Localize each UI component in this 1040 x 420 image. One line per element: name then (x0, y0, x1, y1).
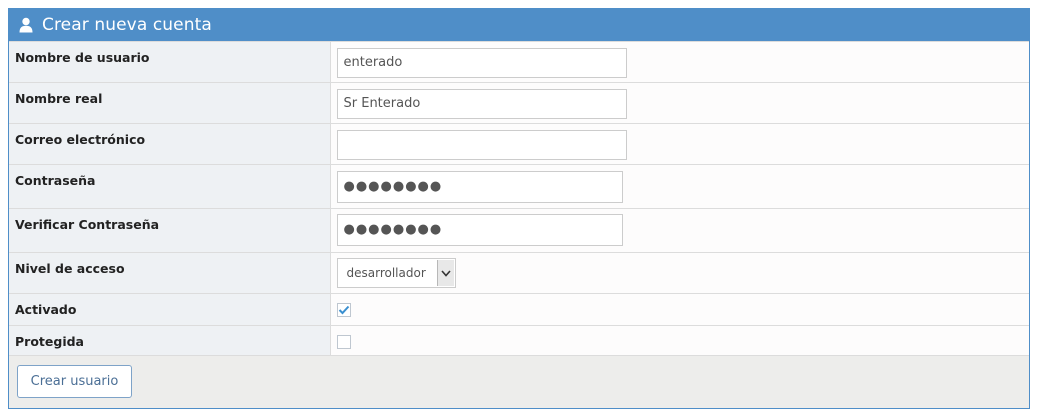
protected-checkbox[interactable] (336, 335, 351, 349)
form-row-password-verify: Verificar Contraseña ●●●●●●●● (9, 208, 1029, 253)
enabled-label: Activado (15, 302, 77, 317)
password-verify-label: Verificar Contraseña (15, 217, 160, 232)
panel-header: Crear nueva cuenta (9, 9, 1029, 41)
password-input[interactable]: ●●●●●●●● (336, 171, 623, 203)
password-verify-input[interactable]: ●●●●●●●● (336, 214, 623, 246)
email-input[interactable] (336, 130, 627, 160)
access-level-label: Nivel de acceso (15, 261, 125, 276)
panel-title: Crear nueva cuenta (42, 15, 212, 35)
username-input[interactable]: enterado (336, 48, 627, 78)
create-account-panel: Crear nueva cuenta Nombre de usuario ent… (8, 8, 1030, 409)
protected-label: Protegida (15, 334, 84, 349)
chevron-down-icon[interactable] (436, 260, 454, 286)
realname-input[interactable]: Sr Enterado (336, 89, 627, 119)
realname-label: Nombre real (15, 91, 103, 106)
access-level-value: desarrollador (346, 266, 426, 280)
form-row-enabled: Activado (9, 293, 1029, 326)
checkmark-icon (338, 305, 349, 315)
enabled-checkbox[interactable] (336, 303, 351, 317)
create-user-button[interactable]: Crear usuario (17, 365, 132, 398)
access-level-select[interactable]: desarrollador (336, 258, 456, 288)
form-row-username: Nombre de usuario enterado (9, 41, 1029, 83)
form-row-realname: Nombre real Sr Enterado (9, 82, 1029, 124)
username-label: Nombre de usuario (15, 50, 150, 65)
form-row-access-level: Nivel de acceso desarrollador (9, 252, 1029, 294)
account-form: Nombre de usuario enterado Nombre real S… (9, 41, 1029, 358)
user-icon (19, 17, 33, 33)
form-footer: Crear usuario (9, 355, 1029, 408)
password-label: Contraseña (15, 173, 96, 188)
form-row-password: Contraseña ●●●●●●●● (9, 164, 1029, 209)
form-row-protected: Protegida (9, 325, 1029, 358)
email-label: Correo electrónico (15, 132, 146, 147)
form-row-email: Correo electrónico (9, 123, 1029, 165)
